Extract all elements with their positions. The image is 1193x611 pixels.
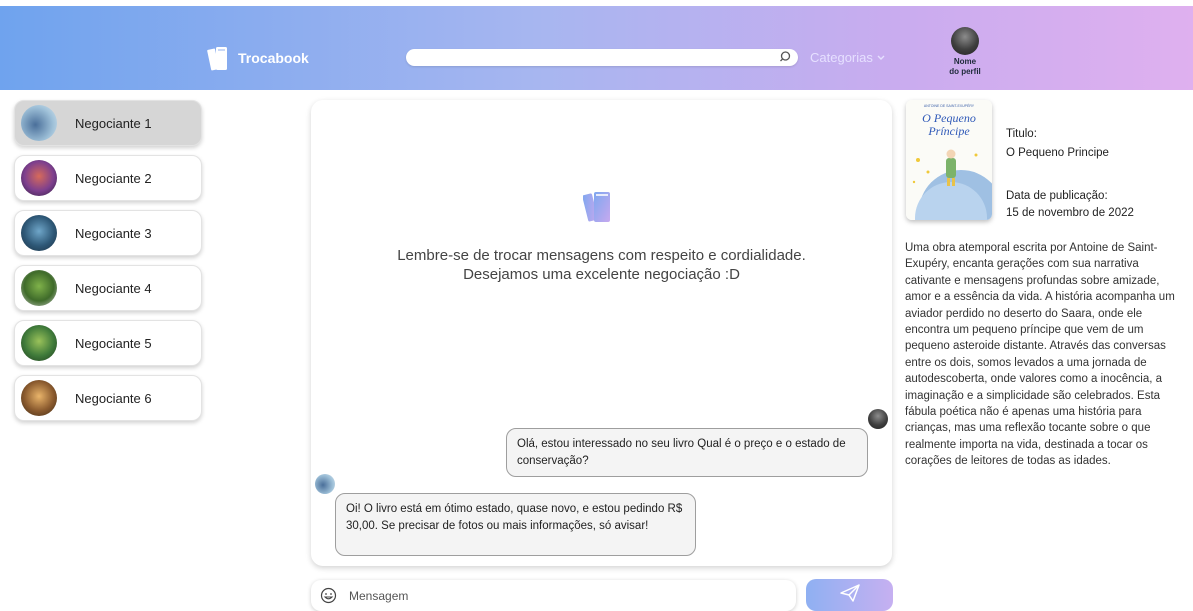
message-input[interactable]: Mensagem xyxy=(311,580,796,611)
avatar xyxy=(21,380,57,416)
contacts-sidebar: Negociante 1 Negociante 2 Negociante 3 N… xyxy=(14,100,202,430)
chat-notice: Lembre-se de trocar mensagens com respei… xyxy=(311,246,892,284)
book-cover: ANTOINE DE SAINT-EXUPÉRY O Pequeno Prínc… xyxy=(906,100,992,220)
avatar xyxy=(21,325,57,361)
brand-name: Trocabook xyxy=(238,50,309,66)
profile-name: Nome do perfil xyxy=(949,57,981,76)
contact-item[interactable]: Negociante 3 xyxy=(14,210,202,256)
contact-name: Negociante 1 xyxy=(75,115,152,131)
message-bubble-received: Oi! O livro está em ótimo estado, quase … xyxy=(335,493,696,556)
avatar xyxy=(21,105,57,141)
cover-author: ANTOINE DE SAINT-EXUPÉRY xyxy=(924,103,975,108)
contact-item[interactable]: Negociante 1 xyxy=(14,100,202,146)
avatar xyxy=(951,27,979,55)
message-bubble-sent: Olá, estou interessado no seu livro Qual… xyxy=(506,428,868,477)
profile-menu[interactable]: Nome do perfil xyxy=(948,27,982,77)
search-input[interactable] xyxy=(406,49,798,66)
notice-line: Desejamos uma excelente negociação :D xyxy=(463,266,740,283)
contact-name: Negociante 5 xyxy=(75,335,152,351)
message-text: Olá, estou interessado no seu livro Qual… xyxy=(517,438,846,467)
avatar xyxy=(868,409,888,429)
contact-name: Negociante 3 xyxy=(75,225,152,241)
contact-item[interactable]: Negociante 4 xyxy=(14,265,202,311)
send-icon xyxy=(839,583,861,608)
title-value: O Pequeno Principe xyxy=(1006,147,1109,159)
message-text: Oi! O livro está em ótimo estado, quase … xyxy=(346,503,683,532)
chat-panel: Lembre-se de trocar mensagens com respei… xyxy=(311,100,892,566)
contact-item[interactable]: Negociante 6 xyxy=(14,375,202,421)
contact-name: Negociante 2 xyxy=(75,170,152,186)
books-icon xyxy=(582,188,615,224)
title-label: Titulo: xyxy=(1006,128,1037,140)
contact-item[interactable]: Negociante 5 xyxy=(14,320,202,366)
contact-item[interactable]: Negociante 2 xyxy=(14,155,202,201)
categories-label: Categorias xyxy=(810,50,873,65)
search-icon[interactable] xyxy=(778,50,792,64)
contact-name: Negociante 6 xyxy=(75,390,152,406)
date-value: 15 de novembro de 2022 xyxy=(1006,207,1134,219)
avatar xyxy=(315,474,335,494)
send-button[interactable] xyxy=(806,579,893,611)
emoji-icon[interactable] xyxy=(320,587,337,604)
books-logo-icon xyxy=(206,44,232,72)
cover-title: O Pequeno xyxy=(922,111,976,125)
avatar xyxy=(21,215,57,251)
top-header: Trocabook Categorias Nome do perfil xyxy=(0,6,1193,90)
contact-name: Negociante 4 xyxy=(75,280,152,296)
avatar xyxy=(21,160,57,196)
chevron-down-icon xyxy=(876,50,886,65)
date-label: Data de publicação: xyxy=(1006,190,1108,202)
avatar xyxy=(21,270,57,306)
categories-dropdown[interactable]: Categorias xyxy=(810,50,886,65)
brand[interactable]: Trocabook xyxy=(206,44,309,72)
cover-title: Príncipe xyxy=(927,124,970,138)
book-description: Uma obra atemporal escrita por Antoine d… xyxy=(905,242,1175,468)
notice-line: Lembre-se de trocar mensagens com respei… xyxy=(397,247,806,264)
message-placeholder: Mensagem xyxy=(349,588,409,603)
